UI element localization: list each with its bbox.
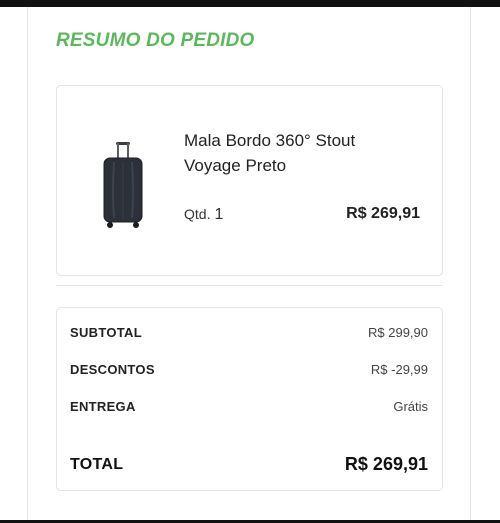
subtotal-value: R$ 299,90 [368, 325, 428, 340]
product-card: Mala Bordo 360° Stout Voyage Preto Qtd. 1… [56, 85, 443, 276]
panel-right-border [470, 7, 471, 520]
shipping-value: Grátis [393, 399, 428, 414]
total-value: R$ 269,91 [344, 454, 428, 474]
section-divider [56, 285, 443, 286]
subtotal-label: SUBTOTAL [70, 325, 142, 340]
product-name[interactable]: Mala Bordo 360° Stout Voyage Preto [184, 128, 414, 178]
suitcase-icon [101, 140, 145, 230]
discount-value: R$ -29,99 [370, 362, 428, 377]
shipping-label: ENTREGA [70, 399, 136, 414]
quantity-label: Qtd. [184, 206, 211, 222]
quantity-value: 1 [214, 206, 224, 223]
panel-left-border [27, 7, 28, 520]
totals-card: SUBTOTAL R$ 299,90 DESCONTOS R$ -29,99 E… [56, 307, 443, 491]
quantity: Qtd. 1 [184, 206, 223, 224]
top-bar [0, 0, 500, 7]
order-summary-title: RESUMO DO PEDIDO [56, 30, 255, 51]
discount-label: DESCONTOS [70, 362, 155, 377]
total-label: TOTAL [70, 456, 124, 473]
item-price: R$ 269,91 [346, 205, 420, 222]
